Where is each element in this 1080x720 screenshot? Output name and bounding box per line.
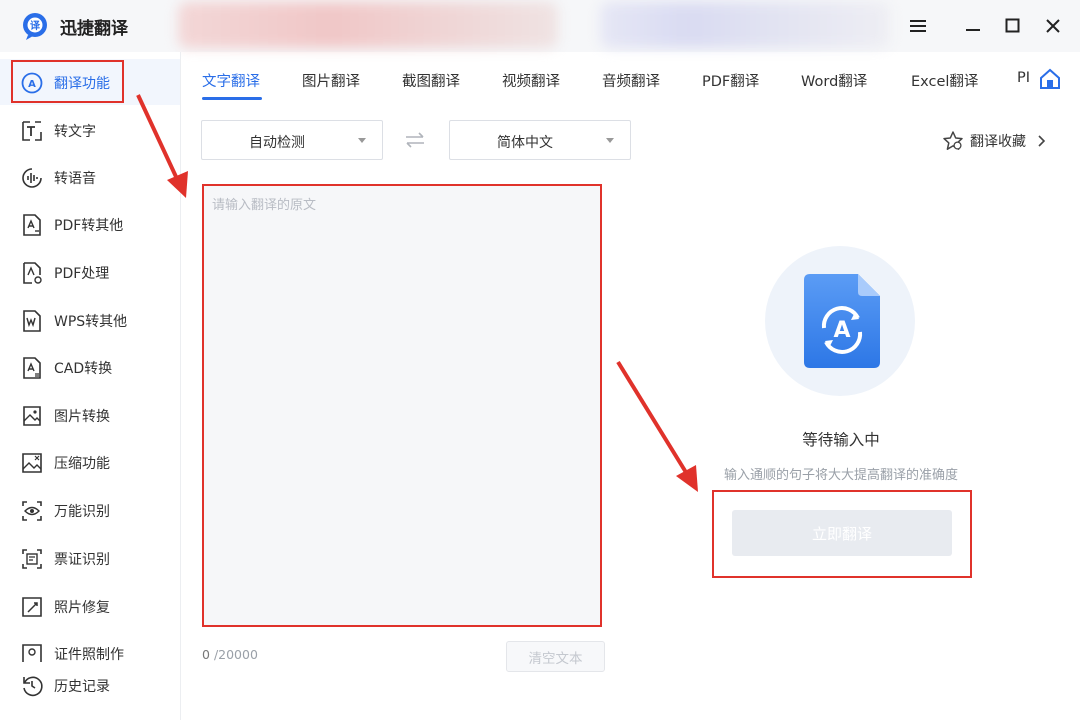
waiting-hint: 输入通顺的句子将大大提高翻译的准确度 (723, 468, 958, 483)
chevron-down-icon (358, 138, 366, 143)
sidebar-item-photo-repair[interactable]: 照片修复 (0, 583, 180, 629)
text-convert-icon (22, 121, 42, 141)
char-count-max: /20000 (213, 647, 258, 662)
close-icon[interactable] (1039, 12, 1067, 40)
sidebar-item-cad[interactable]: CAD转换 (0, 344, 180, 390)
svg-text:译: 译 (30, 19, 41, 32)
sidebar-item-label: 证件照制作 (54, 647, 124, 663)
minimize-icon[interactable] (959, 12, 987, 40)
blurred-banner-2 (600, 2, 890, 48)
sidebar-item-pdf-process[interactable]: PDF处理 (0, 249, 180, 295)
title-bar: 译 迅捷翻译 (0, 0, 1080, 52)
home-icon[interactable] (1039, 68, 1061, 90)
menu-icon[interactable] (904, 12, 932, 40)
image-convert-icon (23, 406, 41, 426)
maximize-icon[interactable] (999, 12, 1027, 40)
swap-languages-icon[interactable] (404, 130, 426, 150)
sidebar-item-image-convert[interactable]: 图片转换 (0, 392, 180, 438)
sidebar-item-label: 压缩功能 (54, 456, 110, 472)
source-language-select[interactable]: 自动检测 (201, 120, 383, 160)
tab-screenshot-translate[interactable]: 截图翻译 (402, 70, 460, 91)
sidebar-item-label: CAD转换 (54, 361, 113, 377)
app-title: 迅捷翻译 (60, 19, 128, 39)
char-counter: 0 /20000 (202, 647, 258, 662)
voice-wave-icon (22, 168, 42, 188)
chevron-right-icon (1038, 135, 1046, 147)
tab-pdf-translate[interactable]: PDF翻译 (702, 70, 759, 91)
wps-convert-icon (23, 310, 41, 332)
pdf-settings-icon (23, 262, 42, 284)
sidebar-item-compress[interactable]: 压缩功能 (0, 439, 180, 485)
annotation-arrow-2 (616, 360, 698, 492)
tab-text-translate[interactable]: 文字翻译 (202, 70, 260, 91)
sidebar-item-pdf-convert[interactable]: PDF转其他 (0, 201, 180, 247)
target-language-select[interactable]: 简体中文 (449, 120, 631, 160)
annotation-box-button (712, 490, 972, 578)
tab-word-translate[interactable]: Word翻译 (801, 70, 867, 91)
tab-video-translate[interactable]: 视频翻译 (502, 70, 560, 91)
sidebar-item-label: 万能识别 (54, 504, 110, 520)
cad-convert-icon (23, 357, 41, 379)
sidebar-item-label: 票证识别 (54, 552, 110, 568)
pdf-convert-icon (23, 214, 41, 236)
star-icon (943, 131, 963, 150)
sidebar: A 翻译功能 转文字 转语音 PDF转其他 PDF处理 WPS转其他 CAD转换… (0, 52, 181, 720)
favorites-label: 翻译收藏 (970, 134, 1026, 150)
translate-bubble-icon: 译 (23, 13, 47, 40)
sidebar-item-recognize[interactable]: 万能识别 (0, 487, 180, 533)
sidebar-item-label: 历史记录 (54, 679, 110, 695)
annotation-box-sidebar (11, 60, 124, 103)
source-language-value: 自动检测 (249, 135, 305, 151)
compress-image-icon (22, 453, 42, 473)
sidebar-item-ticket[interactable]: 票证识别 (0, 535, 180, 581)
ticket-scan-icon (22, 549, 42, 569)
tab-ppt-translate[interactable]: PI (1017, 70, 1030, 86)
blurred-banner (178, 2, 558, 48)
tab-image-translate[interactable]: 图片翻译 (302, 70, 360, 91)
sidebar-item-label: PDF处理 (54, 266, 110, 282)
target-language-value: 简体中文 (497, 135, 553, 151)
translate-document-icon: A (804, 274, 880, 368)
history-icon (23, 676, 43, 697)
tab-excel-translate[interactable]: Excel翻译 (911, 70, 978, 91)
sidebar-item-text[interactable]: 转文字 (0, 107, 180, 153)
sidebar-item-voice[interactable]: 转语音 (0, 154, 180, 200)
sidebar-item-label: WPS转其他 (54, 314, 128, 330)
sidebar-item-history[interactable]: 历史记录 (0, 662, 180, 710)
sidebar-item-label: 照片修复 (54, 600, 110, 616)
sidebar-item-wps[interactable]: WPS转其他 (0, 297, 180, 343)
tab-bar: 文字翻译 图片翻译 截图翻译 视频翻译 音频翻译 PDF翻译 Word翻译 Ex… (181, 52, 1080, 104)
svg-text:A: A (833, 318, 850, 343)
annotation-box-input (202, 184, 602, 627)
sidebar-item-label: PDF转其他 (54, 218, 124, 234)
sidebar-item-label: 转文字 (54, 124, 96, 140)
char-count-current: 0 (202, 647, 210, 662)
clear-text-button[interactable]: 清空文本 (506, 641, 605, 672)
waiting-title: 等待输入中 (802, 431, 880, 449)
favorites-link[interactable]: 翻译收藏 (942, 129, 1048, 153)
eye-scan-icon (22, 501, 42, 521)
photo-repair-icon (22, 597, 42, 617)
sidebar-item-label: 转语音 (54, 171, 96, 187)
sidebar-item-label: 图片转换 (54, 409, 110, 425)
active-tab-indicator (202, 97, 262, 100)
tab-audio-translate[interactable]: 音频翻译 (602, 70, 660, 91)
chevron-down-icon (606, 138, 614, 143)
